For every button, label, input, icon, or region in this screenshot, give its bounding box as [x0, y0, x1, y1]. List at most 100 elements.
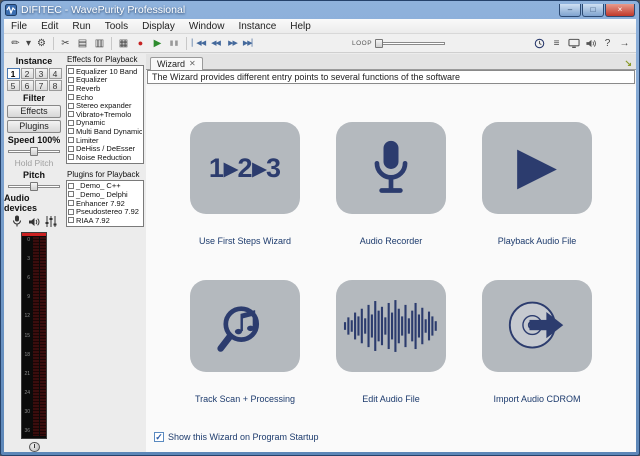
- tab-close-icon[interactable]: ✕: [189, 60, 196, 68]
- file-grid-icon[interactable]: ▥: [91, 35, 108, 51]
- instance-4[interactable]: 4: [49, 68, 62, 79]
- edit-pencil-icon[interactable]: ✏: [7, 35, 24, 51]
- file-list-icon[interactable]: ▤: [74, 35, 91, 51]
- instance-7[interactable]: 7: [35, 80, 48, 91]
- checkbox[interactable]: [68, 183, 74, 189]
- display-monitor-icon[interactable]: [565, 35, 582, 51]
- startup-checkbox-row[interactable]: ✓ Show this Wizard on Program Startup: [154, 432, 319, 442]
- menu-help[interactable]: Help: [283, 19, 318, 34]
- checkbox[interactable]: [68, 77, 74, 83]
- checkbox[interactable]: [68, 111, 74, 117]
- effect-item[interactable]: Equalizer: [68, 76, 142, 85]
- skip-end-button[interactable]: ▶▶▏: [241, 35, 258, 51]
- instance-3[interactable]: 3: [35, 68, 48, 79]
- checkbox[interactable]: [68, 94, 74, 100]
- loop-slider-thumb[interactable]: [375, 39, 383, 48]
- plugins-button[interactable]: Plugins: [7, 120, 61, 133]
- cut-scissors-icon[interactable]: ✂: [57, 35, 74, 51]
- effect-item[interactable]: Echo: [68, 93, 142, 102]
- plugin-item[interactable]: RIAA 7.92: [68, 216, 142, 225]
- checkbox[interactable]: [68, 146, 74, 152]
- tile-first-steps-wizard[interactable]: 1▸2▸3: [190, 122, 300, 214]
- checkbox[interactable]: [68, 128, 74, 134]
- tile-import-audio-cdrom[interactable]: [482, 280, 592, 372]
- instance-5[interactable]: 5: [7, 80, 20, 91]
- checkbox[interactable]: [68, 209, 74, 215]
- dropdown-arrow-icon[interactable]: ▾: [24, 35, 33, 51]
- pitch-slider-thumb[interactable]: [30, 182, 38, 191]
- speed-slider-thumb[interactable]: [30, 147, 38, 156]
- menu-tools[interactable]: Tools: [98, 19, 135, 34]
- wizard-panel: 1▸2▸3 Use First Steps Wizard: [146, 86, 636, 452]
- tab-wizard[interactable]: Wizard ✕: [150, 57, 203, 70]
- instance-2[interactable]: 2: [21, 68, 34, 79]
- record-button[interactable]: ●: [132, 35, 149, 51]
- menu-instance[interactable]: Instance: [231, 19, 283, 34]
- track-list-icon[interactable]: ≡: [548, 35, 565, 51]
- plugin-item[interactable]: _Demo_ C++: [68, 182, 142, 191]
- menu-display[interactable]: Display: [135, 19, 182, 34]
- tile-track-scan[interactable]: [190, 280, 300, 372]
- menu-edit[interactable]: Edit: [34, 19, 65, 34]
- menu-window[interactable]: Window: [182, 19, 232, 34]
- rewind-button[interactable]: ◀◀: [207, 35, 224, 51]
- effect-item[interactable]: Vibrato+Tremolo: [68, 110, 142, 119]
- effect-item[interactable]: Equalizer 10 Band: [68, 67, 142, 76]
- checkbox[interactable]: [68, 103, 74, 109]
- mixer-sliders-icon[interactable]: [44, 215, 58, 229]
- plugin-item[interactable]: Pseudostereo 7.92: [68, 207, 142, 216]
- menu-file[interactable]: File: [4, 19, 34, 34]
- play-button[interactable]: ▶: [149, 35, 166, 51]
- checkbox[interactable]: [68, 68, 74, 74]
- checkbox[interactable]: [68, 154, 74, 160]
- tab-overflow-icon[interactable]: ↘: [624, 58, 632, 69]
- volume-knob[interactable]: [29, 442, 40, 452]
- tile-edit-audio-file[interactable]: [336, 280, 446, 372]
- level-meter-icon[interactable]: ▦: [115, 35, 132, 51]
- checkbox[interactable]: [68, 85, 74, 91]
- pause-button[interactable]: ▮▮: [166, 35, 183, 51]
- effect-item[interactable]: Reverb: [68, 84, 142, 93]
- checkbox[interactable]: [68, 217, 74, 223]
- checkbox[interactable]: [68, 191, 74, 197]
- pitch-slider[interactable]: [8, 182, 60, 190]
- speaker-icon[interactable]: [582, 35, 599, 51]
- effect-item[interactable]: Multi Band Dynamic: [68, 127, 142, 136]
- settings-gear-icon[interactable]: ⚙: [33, 35, 50, 51]
- plugin-item[interactable]: _Demo_ Delphi: [68, 190, 142, 199]
- plugin-item[interactable]: Enhancer 7.92: [68, 199, 142, 208]
- toolbar-separator: [53, 37, 54, 50]
- effect-item[interactable]: DeHiss / DeEsser: [68, 144, 142, 153]
- timer-clock-icon[interactable]: [531, 35, 548, 51]
- instance-1[interactable]: 1: [7, 68, 20, 79]
- effect-item[interactable]: Noise Reduction: [68, 153, 142, 162]
- effect-item[interactable]: Dynamic: [68, 119, 142, 128]
- meter-bar-left: [33, 237, 39, 436]
- checkbox[interactable]: [68, 137, 74, 143]
- help-button[interactable]: ?: [599, 35, 616, 51]
- skip-start-button[interactable]: ▏◀◀: [190, 35, 207, 51]
- speed-slider[interactable]: [8, 147, 60, 155]
- checkbox[interactable]: [68, 120, 74, 126]
- maximize-button[interactable]: □: [582, 4, 604, 17]
- effect-item[interactable]: Limiter: [68, 136, 142, 145]
- instance-8[interactable]: 8: [49, 80, 62, 91]
- app-window: DIFITEC - WavePurity Professional – □ × …: [0, 0, 640, 456]
- fast-forward-button[interactable]: ▶▶: [224, 35, 241, 51]
- speaker-device-icon[interactable]: [27, 215, 41, 229]
- menu-run[interactable]: Run: [65, 19, 97, 34]
- loop-slider[interactable]: [375, 39, 445, 48]
- title-bar[interactable]: DIFITEC - WavePurity Professional – □ ×: [1, 1, 639, 19]
- minimize-button[interactable]: –: [559, 4, 581, 17]
- checkbox[interactable]: [68, 200, 74, 206]
- instance-6[interactable]: 6: [21, 80, 34, 91]
- effect-item[interactable]: Stereo expander: [68, 101, 142, 110]
- tile-playback-audio-file[interactable]: ▶: [482, 122, 592, 214]
- microphone-device-icon[interactable]: [10, 215, 24, 229]
- startup-checkbox[interactable]: ✓: [154, 432, 164, 442]
- effects-button[interactable]: Effects: [7, 105, 61, 118]
- exit-arrow-icon[interactable]: →: [616, 35, 633, 51]
- tile-audio-recorder[interactable]: [336, 122, 446, 214]
- tool-bar: ✏ ▾ ⚙ ✂ ▤ ▥ ▦ ● ▶ ▮▮ ▏◀◀ ◀◀ ▶▶ ▶▶▏ LOOP: [4, 34, 636, 53]
- close-button[interactable]: ×: [605, 4, 635, 17]
